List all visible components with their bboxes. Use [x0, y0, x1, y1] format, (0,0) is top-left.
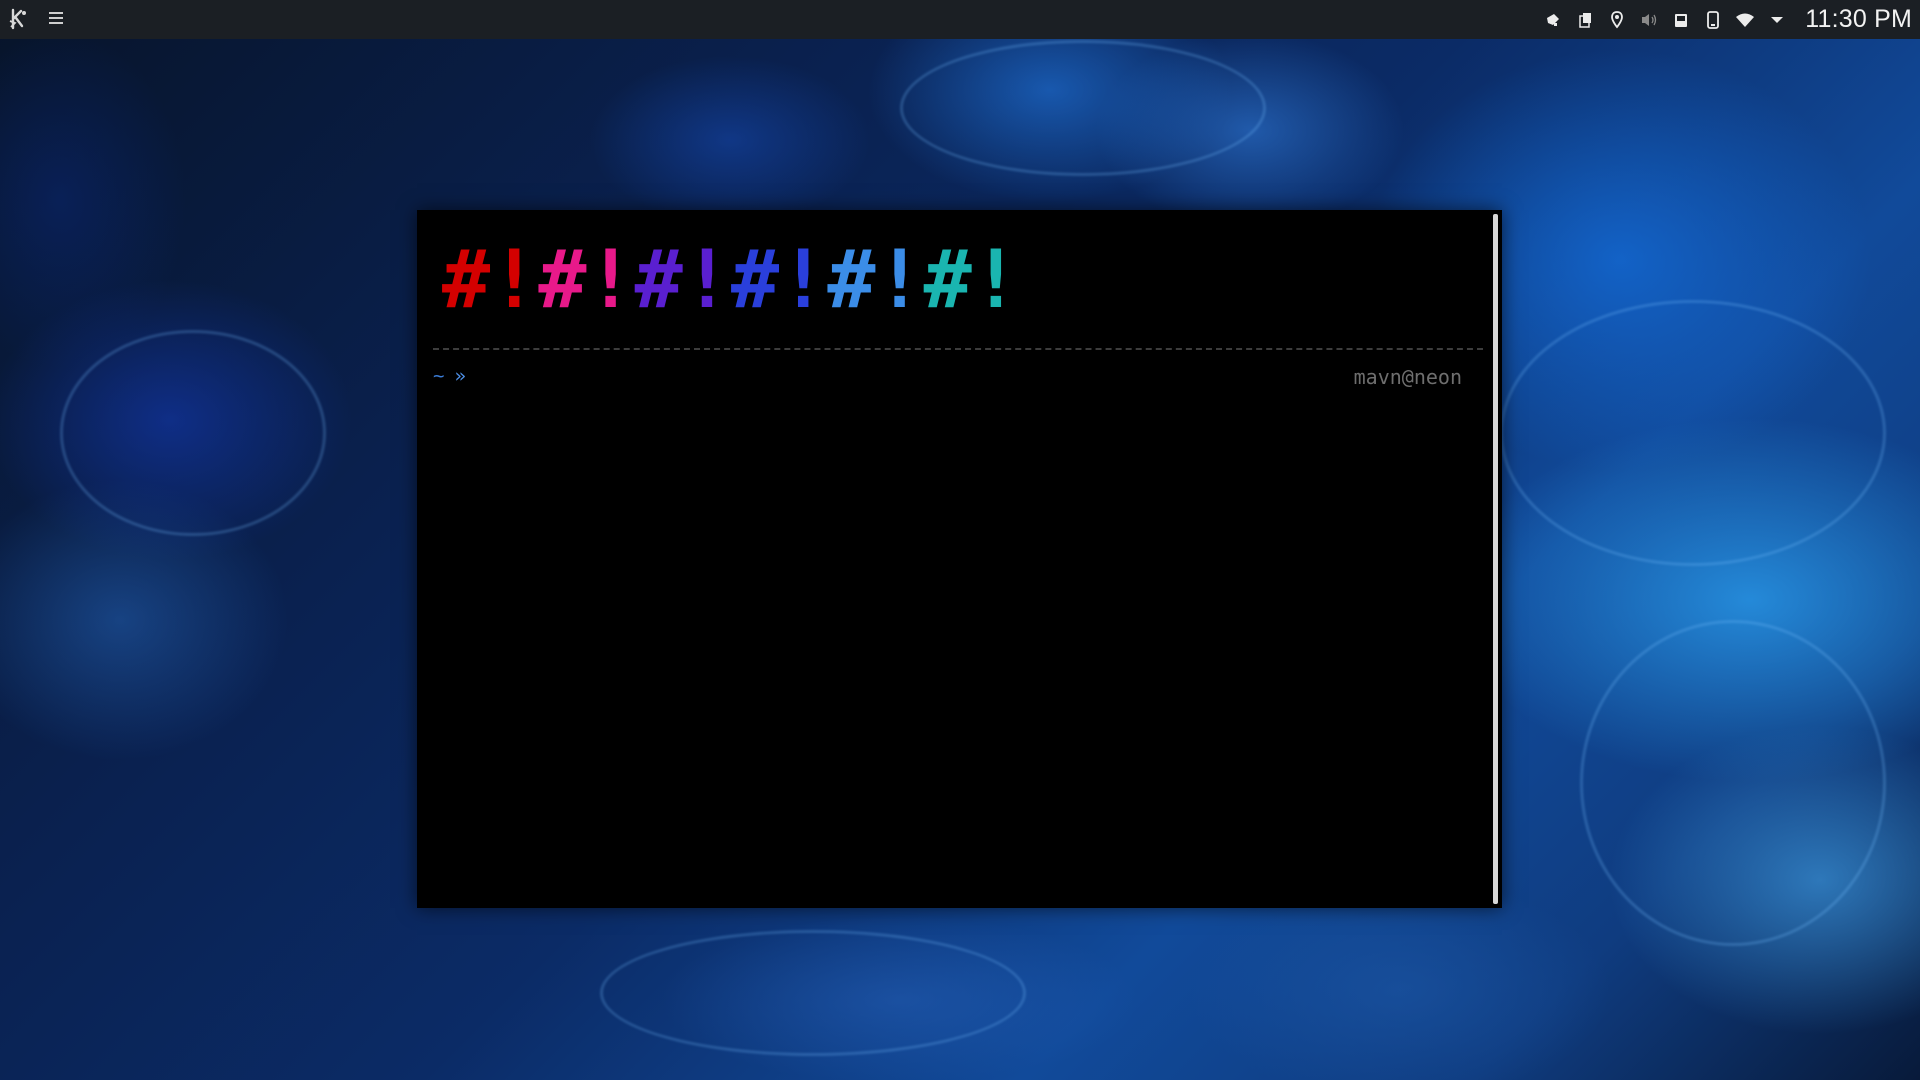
location-icon[interactable] — [1601, 0, 1633, 39]
scrollbar[interactable] — [1493, 214, 1498, 904]
banner-segment: #! — [538, 233, 635, 326]
banner-segment: #! — [442, 233, 539, 326]
top-panel: 11:30 PM — [0, 0, 1920, 39]
hamburger-menu-icon[interactable] — [49, 12, 63, 26]
prompt-symbol: » — [454, 365, 466, 387]
expand-tray-icon[interactable] — [1761, 0, 1793, 39]
phone-icon[interactable] — [1697, 0, 1729, 39]
clock[interactable]: 11:30 PM — [1793, 5, 1920, 34]
shell-prompt[interactable]: ~» — [433, 365, 466, 387]
clipboard-icon[interactable] — [1569, 0, 1601, 39]
banner-segment: #! — [634, 233, 731, 326]
prompt-directory: ~ — [433, 365, 445, 387]
volume-icon[interactable] — [1633, 0, 1665, 39]
user-host-label: mavn@neon — [1353, 365, 1462, 389]
banner-segment: #! — [827, 233, 924, 326]
wifi-icon[interactable] — [1729, 0, 1761, 39]
kde-logo-icon[interactable] — [6, 6, 32, 32]
color-banner: #!#!#!#!#!#! — [442, 240, 1020, 320]
terminal-window[interactable]: #!#!#!#!#!#! ~» mavn@neon — [417, 210, 1502, 908]
banner-segment: #! — [730, 233, 828, 326]
storage-icon[interactable] — [1665, 0, 1697, 39]
banner-segment: #! — [923, 233, 1020, 326]
notifications-icon[interactable] — [1537, 0, 1569, 39]
divider-line — [433, 348, 1483, 350]
system-tray: 11:30 PM — [1537, 0, 1920, 39]
